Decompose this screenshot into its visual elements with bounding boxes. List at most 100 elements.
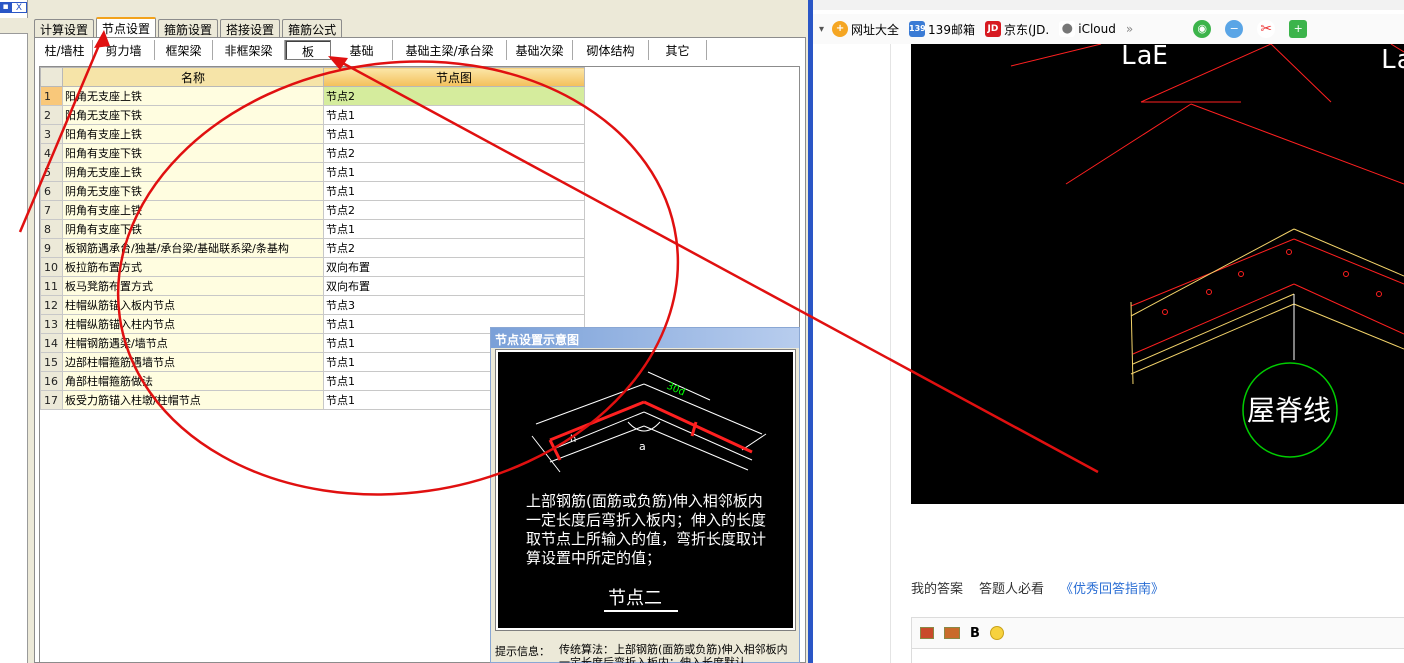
bookmark-icloud[interactable]: ● iCloud	[1059, 21, 1116, 37]
table-row[interactable]: 4 阳角有支座下铁 节点2	[40, 143, 585, 163]
insert-image-icon[interactable]	[944, 627, 960, 639]
row-node-cell[interactable]: 节点3	[323, 295, 585, 315]
bookmark-bar: ▾ + 网址大全 139 139邮箱 JD 京东(JD. ● iCloud » …	[813, 14, 1404, 44]
subtab-foundation-main-beam[interactable]: 基础主梁/承台梁	[393, 40, 507, 60]
row-index-cell: 17	[40, 390, 63, 410]
tab-stirrup-settings[interactable]: 箍筋设置	[158, 19, 219, 38]
row-name-cell: 角部柱帽箍筋做法	[62, 371, 324, 391]
subtab-nonframe-beam[interactable]: 非框架梁	[213, 40, 285, 60]
row-node-cell[interactable]: 节点2	[323, 143, 585, 163]
browser-window: ▾ + 网址大全 139 139邮箱 JD 京东(JD. ● iCloud » …	[813, 0, 1404, 663]
row-name-cell: 阴角有支座上铁	[62, 200, 324, 220]
bookmark-nav-all[interactable]: + 网址大全	[832, 21, 899, 38]
thickness-label: h	[570, 434, 576, 445]
cad-ridge-drawing: LaE La 屋脊线	[911, 41, 1404, 504]
scissors-icon[interactable]: ✂	[1257, 20, 1276, 38]
table-row[interactable]: 1 阳角无支座上铁 节点2	[40, 86, 585, 106]
row-node-cell[interactable]: 节点1	[323, 162, 585, 182]
table-row[interactable]: 5 阴角无支座上铁 节点1	[40, 162, 585, 182]
header-node-diagram[interactable]: 节点图	[323, 67, 585, 87]
row-node-cell[interactable]: 节点1	[323, 219, 585, 239]
subtab-masonry[interactable]: 砌体结构	[573, 40, 649, 60]
chevron-down-icon[interactable]: ▾	[819, 24, 824, 35]
row-index-cell: 4	[40, 143, 63, 163]
mail-139-icon: 139	[909, 21, 926, 37]
row-node-cell[interactable]: 节点1	[323, 181, 585, 201]
table-row[interactable]: 11 板马凳筋布置方式 双向布置	[40, 276, 585, 296]
page-left-margin	[813, 44, 891, 663]
row-node-cell[interactable]: 节点2	[323, 200, 585, 220]
subtab-shear-wall[interactable]: 剪力墙	[93, 40, 155, 60]
node-diagram-image: 30d h a 上部钢筋(面筋或负筋)伸入相邻板内一定长度后弯折入板内；伸入的长…	[495, 349, 796, 631]
globe-icon: +	[832, 21, 849, 37]
more-bookmarks-button[interactable]: »	[1126, 22, 1133, 36]
table-row[interactable]: 3 阳角有支座上铁 节点1	[40, 124, 585, 144]
bookmark-label: 京东(JD.	[1003, 22, 1050, 37]
table-row[interactable]: 6 阴角无支座下铁 节点1	[40, 181, 585, 201]
diagram-panel-title: 节点设置示意图	[491, 328, 799, 348]
table-row[interactable]: 12 柱帽纵筋锚入板内节点 节点3	[40, 295, 585, 315]
emoji-icon[interactable]	[989, 626, 1004, 640]
left-strip-header	[0, 18, 28, 34]
table-row[interactable]: 9 板钢筋遇承台/独基/承台梁/基础联系梁/条基构 节点2	[40, 238, 585, 258]
row-node-cell[interactable]: 节点1	[323, 124, 585, 144]
minus-circle-icon[interactable]: −	[1225, 20, 1244, 38]
table-row[interactable]: 2 阳角无支座下铁 节点1	[40, 105, 585, 125]
answer-editor[interactable]	[911, 649, 1404, 663]
my-answer-link[interactable]: 我的答案	[911, 578, 963, 597]
row-index-cell: 5	[40, 162, 63, 182]
row-name-cell: 板马凳筋布置方式	[62, 276, 324, 296]
row-index-cell: 8	[40, 219, 63, 239]
tab-lap-settings[interactable]: 搭接设置	[220, 19, 281, 38]
table-row[interactable]: 10 板拉筋布置方式 双向布置	[40, 257, 585, 277]
top-tab-bar: 计算设置 节点设置 箍筋设置 搭接设置 箍筋公式	[34, 17, 344, 38]
subtab-other[interactable]: 其它	[649, 40, 707, 60]
subtab-column-wall-column[interactable]: 柱/墙柱	[37, 40, 93, 60]
subtab-slab[interactable]: 板	[285, 40, 331, 60]
bookmark-139-mail[interactable]: 139 139邮箱	[909, 21, 975, 38]
extension-icon[interactable]: +	[1289, 20, 1308, 38]
tab-stirrup-formula[interactable]: 箍筋公式	[282, 19, 343, 38]
row-name-cell: 板受力筋锚入柱墩/柱帽节点	[62, 390, 324, 410]
answer-guide-link[interactable]: 《优秀回答指南》	[1060, 578, 1164, 597]
subtab-frame-beam[interactable]: 框架梁	[155, 40, 213, 60]
header-name[interactable]: 名称	[62, 67, 324, 87]
chat-icon[interactable]: ◉	[1193, 20, 1212, 38]
row-index-cell: 15	[40, 352, 63, 372]
row-node-cell[interactable]: 双向布置	[323, 257, 585, 277]
row-node-cell[interactable]: 节点2	[323, 238, 585, 258]
row-name-cell: 阳角有支座上铁	[62, 124, 324, 144]
cad-label-lae-2: La	[1381, 45, 1404, 75]
image-icon[interactable]	[920, 627, 934, 639]
close-panel-button[interactable]: X	[11, 2, 27, 13]
subtab-foundation[interactable]: 基础	[331, 40, 393, 60]
header-index	[40, 67, 63, 87]
table-row[interactable]: 7 阴角有支座上铁 节点2	[40, 200, 585, 220]
caption-underline	[604, 610, 678, 612]
subtab-foundation-secondary-beam[interactable]: 基础次梁	[507, 40, 573, 60]
bookmark-jd[interactable]: JD 京东(JD.	[984, 21, 1050, 38]
row-node-cell[interactable]: 双向布置	[323, 276, 585, 296]
must-read-link[interactable]: 答题人必看	[979, 578, 1044, 597]
row-index-cell: 11	[40, 276, 63, 296]
row-index-cell: 12	[40, 295, 63, 315]
row-index-cell: 9	[40, 238, 63, 258]
row-index-cell: 6	[40, 181, 63, 201]
table-row[interactable]: 8 阴角有支座下铁 节点1	[40, 219, 585, 239]
row-index-cell: 1	[40, 86, 63, 106]
length-label: a	[639, 440, 646, 453]
tab-node-settings[interactable]: 节点设置	[96, 17, 157, 38]
bold-button[interactable]: B	[970, 626, 980, 641]
hint-text: 传统算法：上部钢筋(面筋或负筋)伸入相邻板内一定长度后弯折入板内；伸入长度默认	[559, 643, 788, 663]
diagram-description: 上部钢筋(面筋或负筋)伸入相邻板内一定长度后弯折入板内；伸入的长度取节点上所输入…	[526, 492, 767, 567]
node-settings-window: ▪ X 计算设置 节点设置 箍筋设置 搭接设置 箍筋公式 柱/墙柱 剪力墙 框架…	[0, 0, 812, 663]
row-name-cell: 阴角有支座下铁	[62, 219, 324, 239]
row-node-cell[interactable]: 节点2	[323, 86, 585, 106]
bookmark-label: 网址大全	[851, 22, 900, 37]
row-node-cell[interactable]: 节点1	[323, 105, 585, 125]
answer-links: 我的答案 答题人必看 《优秀回答指南》	[911, 578, 1180, 597]
row-index-cell: 13	[40, 314, 63, 334]
cad-label-ridge: 屋脊线	[1247, 394, 1331, 427]
tab-calc-settings[interactable]: 计算设置	[34, 19, 95, 38]
pin-button[interactable]: ▪	[0, 2, 11, 13]
